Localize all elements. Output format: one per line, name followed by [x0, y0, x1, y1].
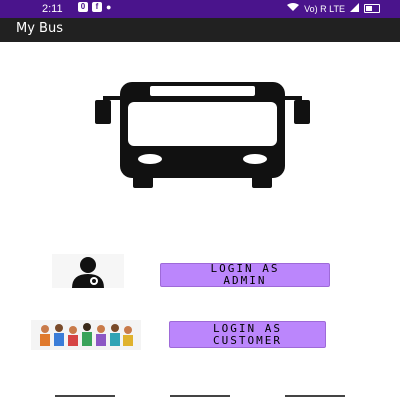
- app-bar: My Bus: [0, 18, 400, 42]
- battery-icon: [364, 4, 380, 13]
- bus-front-icon: [95, 78, 310, 188]
- notification-dot: ●: [106, 2, 112, 12]
- nav-recents-handle[interactable]: [285, 395, 345, 397]
- wifi-icon: [287, 3, 300, 14]
- nav-home-handle[interactable]: [170, 395, 230, 397]
- nav-back-handle[interactable]: [55, 395, 115, 397]
- customer-group-icon: [31, 320, 141, 350]
- status-time: 2:11: [42, 3, 63, 15]
- navigation-bar: [0, 392, 400, 400]
- notification-badge-1: 0: [78, 2, 88, 12]
- login-as-customer-button[interactable]: LOGIN AS CUSTOMER: [169, 321, 326, 348]
- app-title: My Bus: [16, 21, 63, 36]
- status-bar: 2:11 0 f ● Vo) R LTE: [0, 0, 400, 18]
- network-text: Vo) R LTE: [304, 3, 345, 14]
- admin-user-icon: [52, 254, 124, 288]
- status-notifications: 0 f ●: [78, 2, 111, 12]
- signal-icon: [350, 3, 359, 14]
- status-right-cluster: Vo) R LTE: [287, 3, 380, 14]
- login-as-admin-button[interactable]: LOGIN AS ADMIN: [160, 263, 330, 287]
- notification-badge-2: f: [92, 2, 102, 12]
